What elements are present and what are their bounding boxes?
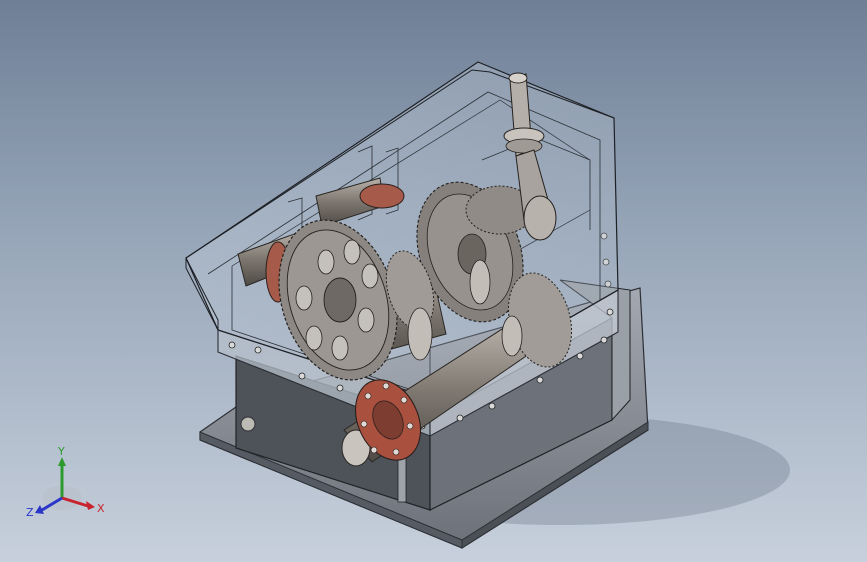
bevel-pinion[interactable] bbox=[523, 195, 557, 241]
y-axis-arrow-icon bbox=[58, 457, 66, 466]
y-axis-label: Y bbox=[57, 446, 65, 458]
top-flange[interactable] bbox=[359, 183, 405, 209]
orientation-triad: Y X Z bbox=[26, 446, 105, 519]
cad-viewport[interactable]: Y X Z bbox=[0, 0, 867, 562]
x-axis-arrow-icon bbox=[86, 501, 95, 510]
x-axis-label: X bbox=[97, 502, 105, 515]
gearbox-assembly-model[interactable] bbox=[0, 0, 867, 562]
drain-plug[interactable] bbox=[240, 416, 256, 432]
z-axis-label: Z bbox=[26, 506, 34, 519]
